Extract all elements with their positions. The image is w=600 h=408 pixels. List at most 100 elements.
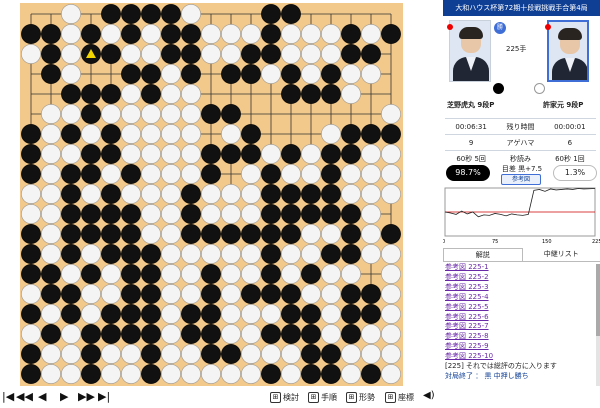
reference-link[interactable]: 参考図 225-10	[445, 352, 597, 362]
reference-link[interactable]: 参考図 225-2	[445, 273, 597, 283]
black-stone	[121, 264, 141, 284]
go-board[interactable]	[20, 3, 403, 386]
reference-link[interactable]: 参考図 225-5	[445, 303, 597, 313]
analysis-button[interactable]: ⊞ 検討	[270, 392, 299, 403]
white-stone	[161, 184, 181, 204]
tab-relay-list[interactable]: 中継リスト	[523, 248, 600, 261]
black-stone	[341, 124, 361, 144]
white-stone	[161, 64, 181, 84]
white-stone	[161, 304, 181, 324]
fast-forward-button[interactable]: ▶▶	[78, 391, 95, 402]
black-stone	[201, 284, 221, 304]
white-stone	[21, 324, 41, 344]
first-move-button[interactable]: |◀	[2, 391, 14, 402]
black-stone	[261, 24, 281, 44]
black-stone	[81, 324, 101, 344]
black-stone	[381, 24, 401, 44]
white-stone	[161, 164, 181, 184]
black-stone	[301, 84, 321, 104]
white-stone	[21, 204, 41, 224]
black-stone	[301, 324, 321, 344]
coordinates-label: 座標	[398, 393, 414, 402]
black-stone-icon	[493, 83, 504, 94]
black-remaining-time: 00:06:31	[445, 118, 498, 135]
black-stone	[341, 244, 361, 264]
white-stone	[181, 104, 201, 124]
white-stone	[301, 24, 321, 44]
reference-link[interactable]: 参考図 225-1	[445, 263, 597, 273]
black-stone	[301, 304, 321, 324]
white-player-flag-icon	[545, 24, 551, 30]
black-stone	[261, 164, 281, 184]
white-stone	[281, 244, 301, 264]
board-grid[interactable]	[20, 3, 403, 386]
white-stone	[161, 284, 181, 304]
sequence-button[interactable]: ⊞ 手順	[308, 392, 337, 403]
scrollbar-thumb[interactable]	[596, 264, 600, 336]
white-stone	[61, 104, 81, 124]
black-stone	[381, 224, 401, 244]
white-stone	[161, 224, 181, 244]
black-stone	[101, 124, 121, 144]
white-stone	[221, 204, 241, 224]
black-stone	[101, 144, 121, 164]
white-stone	[301, 64, 321, 84]
reference-link[interactable]: 参考図 225-4	[445, 293, 597, 303]
black-stone	[201, 324, 221, 344]
previous-move-button[interactable]: ◀	[38, 391, 46, 402]
white-stone	[101, 104, 121, 124]
white-stone	[241, 344, 261, 364]
last-move-button[interactable]: ▶|	[98, 391, 110, 402]
black-stone	[261, 244, 281, 264]
black-stone	[181, 24, 201, 44]
reference-link[interactable]: 参考図 225-7	[445, 322, 597, 332]
white-stone	[161, 124, 181, 144]
rewind-button[interactable]: ◀◀	[16, 391, 33, 402]
white-stone	[381, 264, 401, 284]
black-stone	[321, 164, 341, 184]
white-stone	[201, 204, 221, 224]
white-player-photo	[547, 20, 589, 82]
white-stone	[41, 124, 61, 144]
black-stone	[321, 84, 341, 104]
white-stone	[61, 144, 81, 164]
white-stone	[101, 264, 121, 284]
black-stone	[241, 44, 261, 64]
black-stone	[81, 164, 101, 184]
black-stone	[141, 304, 161, 324]
black-stone	[21, 264, 41, 284]
white-stone	[201, 44, 221, 64]
black-stone	[181, 204, 201, 224]
black-stone	[361, 284, 381, 304]
reference-diagram-button[interactable]: 参考図	[501, 174, 541, 185]
black-stone	[341, 144, 361, 164]
white-stone	[321, 264, 341, 284]
black-stone	[261, 224, 281, 244]
score-margin: 目差 黒+7.5	[501, 165, 543, 173]
white-stone	[301, 224, 321, 244]
reference-link[interactable]: 参考図 225-8	[445, 332, 597, 342]
white-stone	[181, 244, 201, 264]
reference-link[interactable]: 参考図 225-9	[445, 342, 597, 352]
white-stone	[61, 44, 81, 64]
coordinates-button[interactable]: ⊞ 座標	[385, 392, 414, 403]
black-stone	[101, 204, 121, 224]
speaker-icon[interactable]: ◀)	[423, 391, 435, 401]
commentary-scrollbar[interactable]	[596, 264, 600, 386]
black-stone	[281, 144, 301, 164]
black-player-flag-icon	[447, 24, 453, 30]
white-stone	[221, 184, 241, 204]
white-stone	[101, 364, 121, 384]
white-stone	[141, 204, 161, 224]
black-stone	[101, 4, 121, 24]
next-move-button[interactable]: ▶	[60, 391, 68, 402]
tab-commentary[interactable]: 解説	[443, 248, 523, 261]
white-stone	[121, 84, 141, 104]
white-stone	[381, 144, 401, 164]
reference-link[interactable]: 参考図 225-6	[445, 313, 597, 323]
territory-button[interactable]: ⊞ 形勢	[346, 392, 375, 403]
black-stone	[21, 304, 41, 324]
reference-link[interactable]: 参考図 225-3	[445, 283, 597, 293]
white-player-name: 許家元 9段P	[543, 101, 584, 109]
white-stone	[221, 244, 241, 264]
